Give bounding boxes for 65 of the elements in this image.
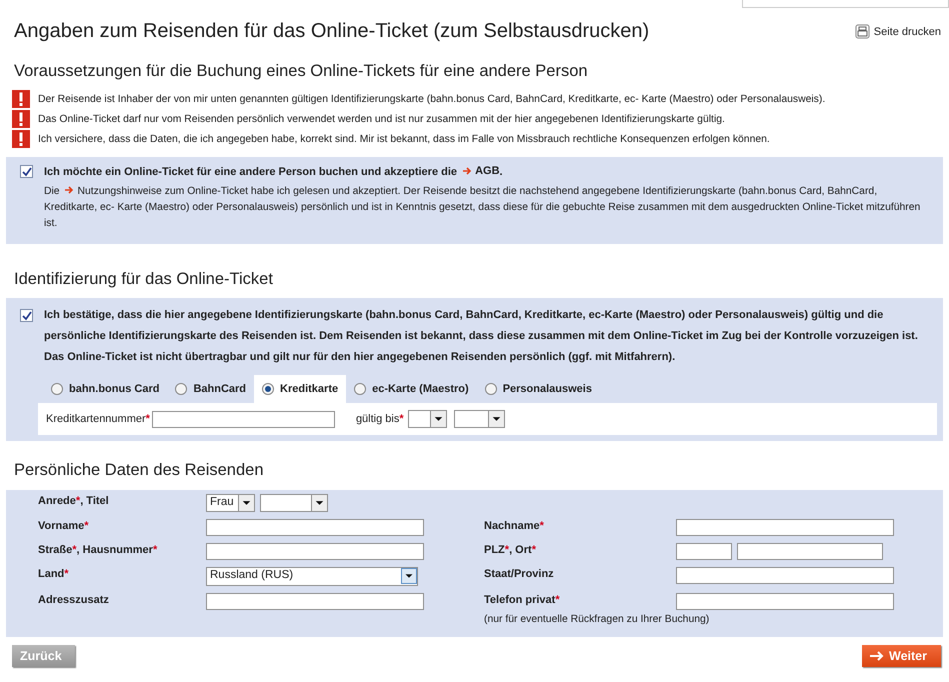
field-label: gültig bis* xyxy=(356,413,404,425)
card-type-option[interactable]: ec-Karte (Maestro) xyxy=(346,375,477,403)
confirm-label: Ich bestätige, dass die hier angegebene Identifizierungskarte (bahn.bonus Card, BahnCard, Kreditkarte, ec-Karte (Maestro) oder Personalausweis) gültig und die persönliche Identifizierungskarte des Reisenden ist. Dem Reisenden ist bekannt, dass diese zusammen mit dem Online-Ticket im Zug bei der Kontrolle vorzuzeigen ist. Das Online-Ticket ist nicht übertragbar und gilt nur für den hier angegebenen Reisenden persönlich (ggf. mit Mitfahrern). xyxy=(44,308,919,365)
field-label: Anrede*, Titel xyxy=(38,495,109,507)
notice-text: Der Reisende ist Inhaber der von mir unten genannten gültigen Identifizierungskarte (bahn.bonus Card, BahnCard, Kreditkarte, ec- Karte (Maestro) oder Personalausweis). xyxy=(38,94,826,104)
dropdown[interactable] xyxy=(454,410,505,428)
section-heading: Persönliche Daten des Reisenden xyxy=(13,461,264,480)
input-field[interactable] xyxy=(676,593,894,610)
radio-button[interactable] xyxy=(484,383,497,395)
caret-icon xyxy=(238,495,254,511)
dropdown[interactable] xyxy=(408,410,447,428)
section-heading: Identifizierung für das Online-Ticket xyxy=(13,270,274,289)
field-label: Staat/Provinz xyxy=(484,568,554,580)
arrow-icon xyxy=(463,167,472,175)
next-button[interactable]: Weiter xyxy=(862,645,941,667)
card-type-option[interactable]: BahnCard xyxy=(167,375,254,403)
warning-icon xyxy=(12,130,30,148)
input-field[interactable] xyxy=(152,410,335,428)
consent-label: Ich möchte ein Online-Ticket für eine andere Person buchen und akzeptiere die AGB. xyxy=(44,165,503,178)
input-field[interactable] xyxy=(676,519,894,536)
arrow-icon xyxy=(65,186,74,194)
dropdown[interactable] xyxy=(260,494,328,512)
terms-note: Die Nutzungshinweise zum Online-Ticket habe ich gelesen und akzeptiert. Der Reisende besitzt die nachstehend angegebene Identifizierungskarte (bahn.bonus Card, BahnCard, Kreditkarte, ec- Karte (Maestro) oder Personalausweis) persönlich und ist in Kenntnis gesetzt, dass diese für die gebuchte Reise zusammen mit dem ausgedruckten Online-Ticket mitzuführen ist. xyxy=(44,185,922,231)
card-type-option[interactable]: Personalausweis xyxy=(476,375,600,403)
card-type-option[interactable]: Kreditkarte xyxy=(254,375,346,403)
caret-icon xyxy=(311,495,327,511)
caret-icon xyxy=(488,411,504,427)
warning-icon xyxy=(12,110,30,128)
caret-icon xyxy=(401,568,417,584)
input-field[interactable] xyxy=(206,519,424,536)
radio-button[interactable] xyxy=(262,383,274,395)
field-label: Vorname* xyxy=(38,520,89,532)
input-field[interactable] xyxy=(206,593,424,610)
radio-button[interactable] xyxy=(354,383,366,395)
hint-text: (nur für eventuelle Rückfragen zu Ihrer Buchung) xyxy=(484,614,710,625)
dropdown[interactable]: Russland (RUS) xyxy=(206,567,418,586)
field-label: PLZ*, Ort* xyxy=(484,544,536,556)
radio-button[interactable] xyxy=(175,383,188,395)
field-label: Straße*, Hausnummer* xyxy=(38,544,158,556)
warning-icon xyxy=(12,90,30,108)
field-label: Telefon privat* xyxy=(484,594,560,606)
notice-text: Das Online-Ticket darf nur vom Reisenden persönlich verwendet werden und ist nur zusammen mit der hier angegebenen Identifizierungskarte gültig. xyxy=(38,114,725,124)
field-label: Kreditkartennummer* xyxy=(46,413,150,425)
card-type-option[interactable]: bahn.bonus Card xyxy=(43,375,168,403)
checkbox[interactable] xyxy=(20,165,33,178)
field-label: Nachname* xyxy=(484,520,544,532)
page-title: Angaben zum Reisenden für das Online-Ticket (zum Selbstausdrucken) xyxy=(14,20,650,43)
radio-button[interactable] xyxy=(51,383,63,395)
agb-link[interactable]: AGB xyxy=(460,165,500,177)
checkbox[interactable] xyxy=(20,309,33,322)
printer-icon xyxy=(854,24,870,39)
dropdown[interactable]: Frau xyxy=(206,494,255,512)
input-field[interactable] xyxy=(206,543,424,560)
input-field[interactable] xyxy=(676,567,894,584)
input-field[interactable] xyxy=(737,543,883,560)
field-label: Adresszusatz xyxy=(38,594,109,606)
terms-link[interactable]: Nutzungshinweise xyxy=(62,186,162,197)
notice-text: Ich versichere, dass die Daten, die ich angegeben habe, korrekt sind. Mir ist bekannt, dass im Falle von Missbrauch rechtliche Konsequenzen erfolgen können. xyxy=(38,134,770,144)
field-label: Land* xyxy=(38,568,69,580)
print-link[interactable]: Seite drucken xyxy=(854,24,941,39)
arrow-icon xyxy=(870,651,884,661)
input-field[interactable] xyxy=(742,0,949,8)
section-heading: Voraussetzungen für die Buchung eines Online-Tickets für eine andere Person xyxy=(13,62,589,81)
input-field[interactable] xyxy=(676,543,732,560)
caret-icon xyxy=(430,411,446,427)
